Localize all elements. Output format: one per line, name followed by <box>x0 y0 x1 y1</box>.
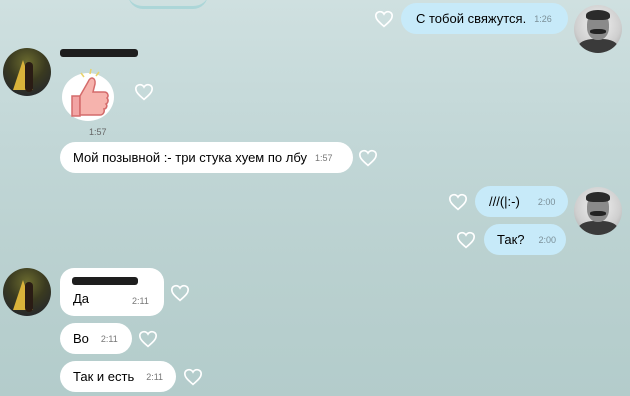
message-bubble-incoming[interactable]: Мой позывной :- три стука хуем по лбу 1:… <box>60 142 353 173</box>
avatar-contact[interactable] <box>3 48 51 96</box>
message-text: Так? <box>497 232 525 247</box>
like-heart-icon[interactable] <box>358 149 378 167</box>
background-decoration <box>128 0 208 9</box>
message-bubble-outgoing[interactable]: С тобой свяжутся. 1:26 <box>401 3 568 34</box>
message-text: С тобой свяжутся. <box>416 11 527 26</box>
avatar-self[interactable] <box>574 5 622 53</box>
like-heart-icon[interactable] <box>183 368 203 386</box>
message-time: 1:57 <box>314 152 333 163</box>
sender-name-redacted <box>72 277 138 285</box>
message-bubble-incoming[interactable]: Да 2:11 <box>60 268 164 316</box>
message-text: Так и есть <box>73 369 135 384</box>
message-time: 2:11 <box>100 333 118 344</box>
message-bubble-incoming[interactable]: Так и есть 2:11 <box>60 361 176 392</box>
message-text: ///(|:-) <box>489 194 520 209</box>
thumbs-up-sticker[interactable] <box>60 66 116 124</box>
message-bubble-incoming[interactable]: Во 2:11 <box>60 323 132 354</box>
message-bubble-outgoing[interactable]: ///(|:-) 2:00 <box>475 186 568 217</box>
message-text: Во <box>73 331 89 346</box>
like-heart-icon[interactable] <box>374 10 394 28</box>
message-text: Мой позывной :- три стука хуем по лбу <box>73 150 307 165</box>
like-heart-icon[interactable] <box>138 330 158 348</box>
message-time: 2:11 <box>132 296 149 306</box>
message-text: Да <box>73 291 90 306</box>
like-heart-icon[interactable] <box>134 83 154 101</box>
message-bubble-outgoing[interactable]: Так? 2:00 <box>484 224 566 255</box>
message-time: 2:00 <box>537 196 556 207</box>
message-time: 1:57 <box>89 127 107 137</box>
like-heart-icon[interactable] <box>448 193 468 211</box>
message-time: 2:11 <box>146 371 164 382</box>
like-heart-icon[interactable] <box>456 231 476 249</box>
message-time: 2:00 <box>538 234 557 245</box>
sender-name-redacted <box>60 49 138 57</box>
like-heart-icon[interactable] <box>170 284 190 302</box>
message-time: 1:26 <box>534 13 552 24</box>
avatar-self[interactable] <box>574 187 622 235</box>
avatar-contact[interactable] <box>3 268 51 316</box>
